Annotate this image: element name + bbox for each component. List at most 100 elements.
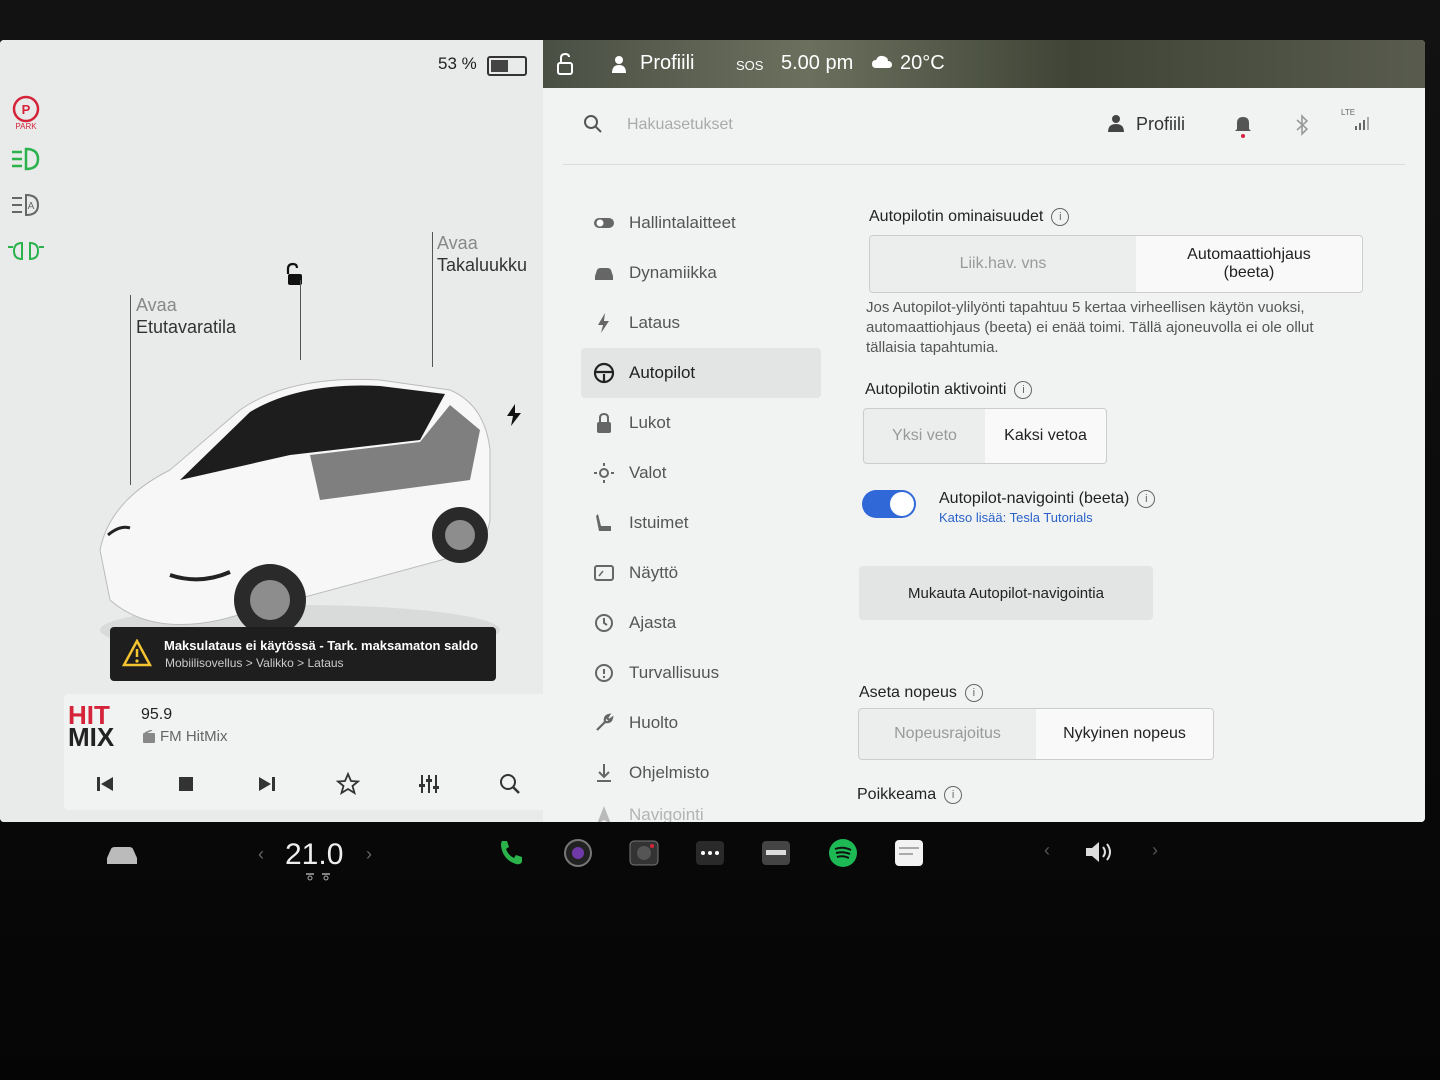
svg-text:PARK: PARK	[15, 122, 37, 131]
option-double-pull[interactable]: Kaksi vetoa	[985, 409, 1106, 463]
bluetooth-icon[interactable]	[1295, 114, 1309, 136]
favorite-star-icon[interactable]	[334, 770, 362, 798]
profile-button[interactable]: Profiili	[1108, 114, 1185, 135]
features-title: Autopilotin ominaisuudet i	[869, 208, 1070, 226]
more-apps-icon[interactable]	[694, 837, 726, 869]
speed-selector: Nopeusrajoitus Nykyinen nopeus	[858, 708, 1214, 760]
next-track-icon[interactable]	[253, 770, 281, 798]
temp-up-chevron-icon[interactable]: ›	[366, 844, 372, 865]
headlights-icon	[12, 147, 40, 171]
features-selector: Liik.hav. vns Automaattiohjaus (beeta)	[869, 235, 1363, 293]
tutorial-link[interactable]: Katso lisää: Tesla Tutorials	[939, 510, 1093, 525]
menu-item-seats[interactable]: Istuimet	[581, 498, 821, 548]
frunk-callout[interactable]: Avaa Etutavaratila	[136, 294, 236, 338]
weather-cloud-icon	[872, 55, 892, 68]
navigate-on-autopilot-toggle[interactable]	[862, 490, 916, 518]
menu-item-display[interactable]: Näyttö	[581, 548, 821, 598]
activation-title: Autopilotin aktivointi i	[865, 381, 1033, 399]
cabin-temperature[interactable]: 21.0	[285, 838, 343, 872]
menu-item-safety[interactable]: Turvallisuus	[581, 648, 821, 698]
station-logo: HIT MIX	[68, 700, 115, 752]
media-search-icon[interactable]	[496, 770, 524, 798]
settings-search[interactable]: Hakuasetukset	[583, 115, 733, 134]
settings-panel: Hakuasetukset Profiili LTE Hallintalaitt…	[543, 88, 1425, 822]
search-icon	[584, 115, 602, 133]
payment-warning[interactable]: Maksulataus ei käytössä - Tark. maksamat…	[110, 627, 496, 681]
display-icon	[594, 565, 614, 581]
strike-description: Jos Autopilot-ylilyönti tapahtuu 5 kerta…	[866, 299, 1314, 356]
park-icon: P PARK	[12, 95, 40, 131]
auto-headlights-icon: A	[12, 193, 40, 217]
menu-item-autopilot[interactable]: Autopilot	[581, 348, 821, 398]
header-divider	[563, 164, 1405, 165]
trunk-callout[interactable]: Avaa Takaluukku	[437, 232, 527, 276]
steering-wheel-icon	[593, 362, 615, 384]
seat-icon	[596, 514, 611, 531]
trunk-pointer	[432, 232, 433, 367]
menu-item-service[interactable]: Huolto	[581, 698, 821, 748]
sos-label[interactable]: SOS	[736, 58, 763, 73]
option-current-speed[interactable]: Nykyinen nopeus	[1036, 709, 1213, 759]
phone-icon[interactable]	[496, 837, 528, 869]
svg-text:A: A	[28, 201, 35, 212]
calendar-icon[interactable]	[893, 837, 925, 869]
car-icon	[595, 268, 613, 280]
option-autosteer[interactable]: Automaattiohjaus (beeta)	[1136, 236, 1362, 292]
previous-track-icon[interactable]	[91, 770, 119, 798]
door-pointer	[300, 280, 301, 360]
car-controls-icon[interactable]	[104, 842, 140, 868]
signal-strength-icon	[1355, 117, 1369, 130]
profile-status[interactable]: Profiili	[640, 52, 694, 75]
camera-icon[interactable]	[562, 837, 594, 869]
menu-item-navigation[interactable]: Navigointi	[581, 798, 821, 822]
volume-icon[interactable]	[1083, 838, 1119, 866]
unlock-icon[interactable]	[282, 262, 308, 288]
profile-status-icon	[612, 56, 626, 73]
warning-icon	[122, 639, 152, 667]
seat-heater-icon[interactable]	[304, 872, 332, 882]
set-speed-title: Aseta nopeus i	[859, 684, 983, 702]
features-info-icon[interactable]: i	[1051, 208, 1070, 226]
sun-icon	[594, 463, 614, 483]
info-icon	[595, 664, 613, 682]
option-traffic-aware-cruise[interactable]: Liik.hav. vns	[870, 236, 1136, 292]
speed-info-icon[interactable]: i	[964, 684, 983, 702]
equalizer-icon[interactable]	[415, 770, 443, 798]
volume-down-chevron-icon[interactable]: ‹	[1044, 840, 1050, 861]
toggle-icon	[594, 218, 614, 228]
fog-lights-icon	[8, 241, 44, 261]
menu-item-controls[interactable]: Hallintalaitteet	[581, 198, 821, 248]
media-controls	[64, 764, 550, 804]
menu-item-charging[interactable]: Lataus	[581, 298, 821, 348]
person-icon	[1108, 115, 1124, 132]
activation-info-icon[interactable]: i	[1014, 381, 1033, 399]
touchscreen: 53 % P PARK A Avaa Etutavaratila Avaa Ta…	[0, 40, 1425, 822]
battery-percent: 53 %	[438, 54, 477, 73]
navigation-icon	[597, 806, 611, 822]
menu-item-software[interactable]: Ohjelmisto	[581, 748, 821, 798]
offset-title: Poikkeama i	[857, 786, 963, 804]
offset-info-icon[interactable]: i	[944, 786, 963, 804]
lock-status-icon[interactable]	[555, 52, 577, 76]
customize-navigation-button[interactable]: Mukauta Autopilot-navigointia	[859, 566, 1153, 620]
option-speed-limit[interactable]: Nopeusrajoitus	[859, 709, 1036, 759]
temp-down-chevron-icon[interactable]: ‹	[258, 844, 264, 865]
station-name: FM HitMix	[160, 728, 228, 745]
menu-item-schedule[interactable]: Ajasta	[581, 598, 821, 648]
navigate-on-autopilot-title: Autopilot-navigointi (beeta) i	[939, 490, 1156, 508]
volume-up-chevron-icon[interactable]: ›	[1152, 840, 1158, 861]
stop-icon[interactable]	[172, 770, 200, 798]
toybox-icon[interactable]	[760, 837, 792, 869]
clock: 5.00 pm	[781, 52, 854, 74]
spotify-icon[interactable]	[827, 837, 859, 869]
option-single-pull[interactable]: Yksi veto	[864, 409, 985, 463]
menu-item-locks[interactable]: Lukot	[581, 398, 821, 448]
warning-path: Mobiilisovellus > Valikko > Lataus	[165, 656, 344, 670]
menu-item-lights[interactable]: Valot	[581, 448, 821, 498]
dashcam-icon[interactable]	[628, 837, 660, 869]
bolt-icon	[598, 313, 609, 333]
download-icon	[597, 764, 611, 782]
notification-bell-icon[interactable]	[1234, 114, 1252, 138]
menu-item-dynamics[interactable]: Dynamiikka	[581, 248, 821, 298]
nav-info-icon[interactable]: i	[1137, 490, 1156, 508]
